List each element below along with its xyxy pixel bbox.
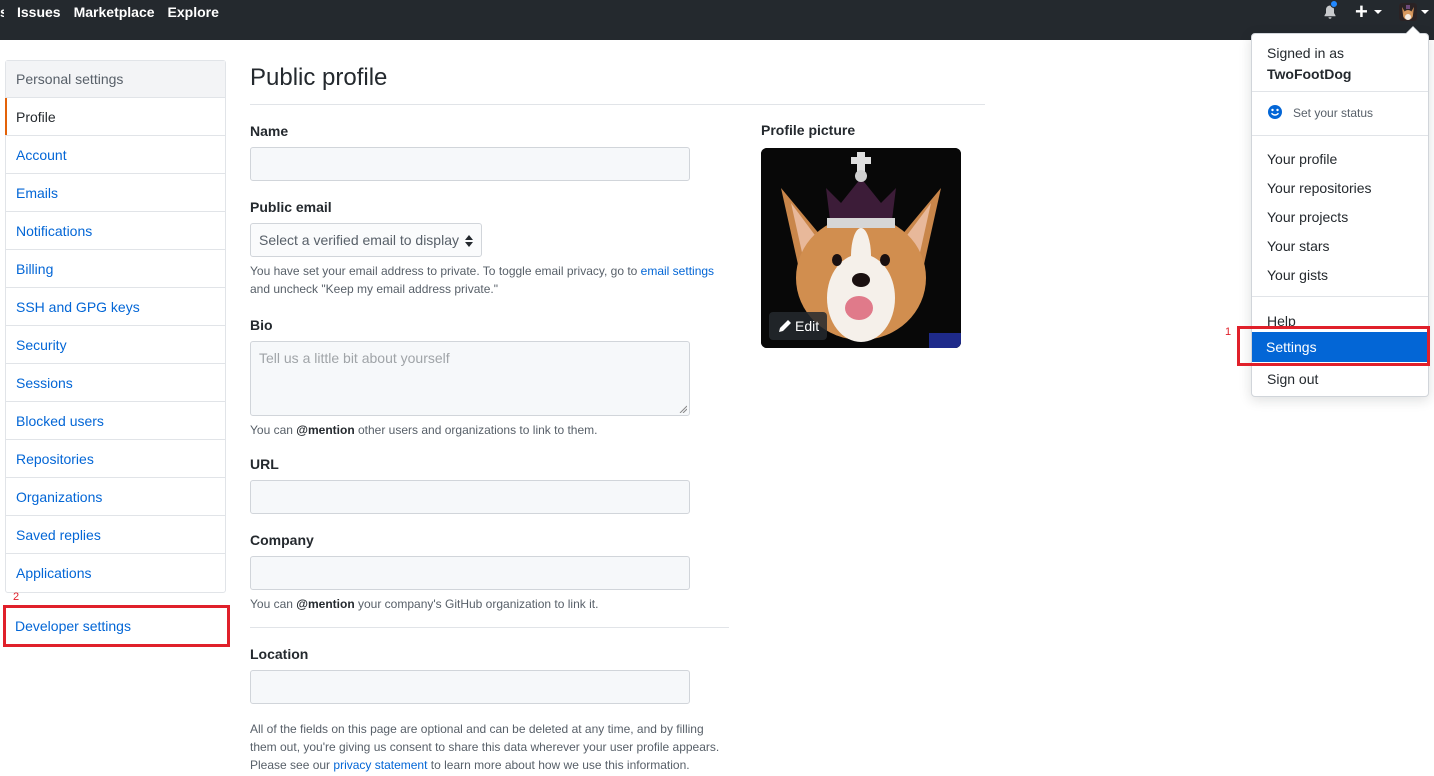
profile-footer-note: All of the fields on this page are optio…: [250, 720, 730, 774]
sidebar-item-emails[interactable]: Emails: [6, 174, 225, 212]
unread-dot-icon: [1330, 0, 1338, 8]
dropdown-divider: [1252, 296, 1428, 297]
edit-picture-button[interactable]: Edit: [769, 312, 828, 340]
form-divider: [250, 627, 729, 628]
dropdown-divider: [1252, 91, 1428, 92]
edit-picture-label: Edit: [795, 318, 820, 334]
company-note-mention: @mention: [296, 597, 355, 611]
company-input[interactable]: [250, 556, 690, 590]
footer-line-2: them out, you're giving us consent to sh…: [250, 740, 720, 754]
public-email-label: Public email: [250, 199, 332, 215]
dropdown-caret-fill: [1406, 27, 1420, 34]
bio-textarea[interactable]: Tell us a little bit about yourself: [250, 341, 690, 416]
email-settings-link[interactable]: email settings: [641, 264, 714, 278]
sidebar-item-security[interactable]: Security: [6, 326, 225, 364]
sidebar-item-saved-replies[interactable]: Saved replies: [6, 516, 225, 554]
menu-your-stars[interactable]: Your stars: [1267, 238, 1330, 254]
nav-explore[interactable]: Explore: [168, 4, 219, 20]
public-email-select[interactable]: Select a verified email to display: [250, 223, 482, 257]
plus-chevron-down-icon[interactable]: [1374, 10, 1382, 14]
url-input[interactable]: [250, 480, 690, 514]
sidebar-item-account[interactable]: Account: [6, 136, 225, 174]
email-note-text-1: You have set your email address to priva…: [250, 264, 638, 278]
bio-note-mention: @mention: [296, 423, 355, 437]
location-input[interactable]: [250, 670, 690, 704]
create-new-plus-icon[interactable]: +: [1355, 0, 1368, 24]
menu-sign-out[interactable]: Sign out: [1267, 371, 1318, 387]
location-label: Location: [250, 646, 309, 662]
annotation-number-2: 2: [13, 591, 20, 603]
url-label: URL: [250, 456, 279, 472]
sidebar-item-notifications[interactable]: Notifications: [6, 212, 225, 250]
profile-picture-label: Profile picture: [761, 122, 856, 138]
company-note-post: your company's GitHub organization to li…: [358, 597, 599, 611]
nav-marketplace[interactable]: Marketplace: [74, 4, 155, 20]
sidebar-item-profile[interactable]: Profile: [5, 98, 225, 136]
title-divider: [250, 104, 985, 105]
sidebar-item-ssh-gpg-keys[interactable]: SSH and GPG keys: [6, 288, 225, 326]
dropdown-divider: [1252, 135, 1428, 136]
menu-your-repositories[interactable]: Your repositories: [1267, 180, 1372, 196]
smiley-icon: [1268, 105, 1282, 119]
settings-sidebar: Personal settings Profile Account Emails…: [5, 60, 226, 593]
sidebar-item-repositories[interactable]: Repositories: [6, 440, 225, 478]
nav-issues[interactable]: Issues: [17, 4, 61, 20]
footer-line-3-pre: Please see our: [250, 758, 331, 772]
pencil-icon: [779, 320, 791, 332]
nav-edge-glyph: s: [0, 4, 4, 20]
bio-note-pre: You can: [250, 423, 293, 437]
name-input[interactable]: [250, 147, 690, 181]
bio-label: Bio: [250, 317, 273, 333]
menu-your-gists[interactable]: Your gists: [1267, 267, 1328, 283]
company-label: Company: [250, 532, 314, 548]
privacy-statement-link[interactable]: privacy statement: [333, 758, 427, 772]
name-label: Name: [250, 123, 289, 139]
annotation-highlight-settings: [1237, 326, 1430, 366]
bio-note-post: other users and organizations to link to…: [358, 423, 598, 437]
page-title: Public profile: [250, 64, 388, 91]
sidebar-item-sessions[interactable]: Sessions: [6, 364, 225, 402]
user-avatar[interactable]: [1399, 3, 1417, 21]
menu-your-profile[interactable]: Your profile: [1267, 151, 1337, 167]
company-note-pre: You can: [250, 597, 293, 611]
sidebar-heading: Personal settings: [6, 61, 225, 98]
public-email-select-value: Select a verified email to display: [259, 232, 459, 248]
bio-note: You can @mention other users and organiz…: [250, 421, 597, 439]
set-status-label: Set your status: [1293, 106, 1374, 120]
resize-handle-icon[interactable]: [679, 405, 687, 413]
menu-your-projects[interactable]: Your projects: [1267, 209, 1348, 225]
sidebar-item-billing[interactable]: Billing: [6, 250, 225, 288]
email-privacy-note: You have set your email address to priva…: [250, 262, 730, 298]
bio-placeholder: Tell us a little bit about yourself: [259, 350, 450, 366]
annotation-highlight-developer-settings: [3, 605, 230, 647]
footer-line-1: All of the fields on this page are optio…: [250, 722, 704, 736]
signed-in-username: TwoFootDog: [1267, 66, 1352, 82]
company-note: You can @mention your company's GitHub o…: [250, 595, 598, 613]
footer-line-3-post: to learn more about how we use this info…: [430, 758, 690, 772]
profile-picture: Edit: [761, 148, 961, 348]
annotation-number-1: 1: [1225, 326, 1232, 338]
header-nav: s Issues Marketplace Explore: [0, 0, 219, 24]
sidebar-item-applications[interactable]: Applications: [6, 554, 225, 592]
select-arrows-icon: [465, 235, 473, 247]
signed-in-as-label: Signed in as: [1267, 45, 1345, 61]
email-note-text-2: and uncheck "Keep my email address priva…: [250, 282, 498, 296]
avatar-chevron-down-icon[interactable]: [1421, 10, 1429, 14]
sidebar-item-organizations[interactable]: Organizations: [6, 478, 225, 516]
sidebar-item-blocked-users[interactable]: Blocked users: [6, 402, 225, 440]
